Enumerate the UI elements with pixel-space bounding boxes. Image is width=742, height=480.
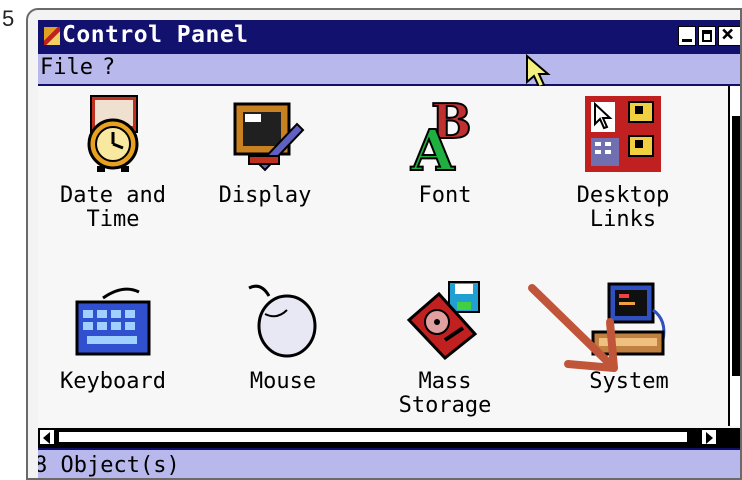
close-button[interactable] [718, 22, 740, 47]
control-panel-window: Control Panel File ? [38, 20, 740, 478]
item-mouse[interactable]: Mouse [208, 280, 358, 396]
control-panel-icon [44, 27, 60, 45]
screenshot-frame: Control Panel File ? [26, 8, 742, 480]
item-label: Keyboard [60, 369, 166, 394]
window-title: Control Panel [62, 22, 249, 48]
display-icon [233, 102, 305, 172]
mouse-icon [248, 284, 317, 358]
vertical-scrollbar[interactable] [728, 86, 740, 426]
item-date-and-time[interactable]: Date and Time [38, 94, 188, 234]
item-desktop-links[interactable]: Desktop Links [548, 94, 698, 234]
item-display[interactable]: Display [190, 94, 340, 210]
font-icon: B A [409, 93, 473, 185]
item-label: Time [86, 207, 140, 232]
menu-bar: File ? [38, 54, 740, 86]
menu-help[interactable]: ? [102, 55, 115, 80]
mass-storage-icon [406, 281, 480, 361]
clock-icon [87, 95, 139, 172]
vertical-scroll-track[interactable] [732, 116, 740, 376]
horizontal-scrollbar[interactable] [38, 428, 740, 448]
svg-text:A: A [410, 118, 456, 174]
item-keyboard[interactable]: Keyboard [38, 280, 188, 396]
keyboard-icon [75, 287, 151, 356]
title-bar[interactable]: Control Panel [38, 20, 740, 54]
scroll-right-arrow-icon[interactable] [702, 430, 716, 444]
item-mass-storage[interactable]: Mass Storage [370, 280, 520, 420]
menu-file[interactable]: File [40, 55, 93, 80]
item-font[interactable]: B A Font [370, 93, 520, 210]
minimize-button[interactable] [678, 26, 696, 46]
maximize-button[interactable] [698, 26, 716, 46]
item-label: Mouse [249, 369, 317, 394]
step-number: 5 [2, 6, 15, 31]
horizontal-scroll-thumb[interactable] [58, 431, 688, 443]
item-label: Font [418, 183, 472, 208]
item-label: Storage [398, 393, 492, 418]
scroll-left-arrow-icon[interactable] [40, 430, 54, 444]
desktop-links-icon [585, 96, 661, 172]
icon-view: Date and Time Display B A Font Desktop L… [38, 86, 728, 426]
annotation-arrow-icon [528, 284, 618, 372]
item-label: Display [218, 183, 312, 208]
status-bar: 8 Object(s) [38, 448, 740, 478]
item-label: Links [589, 207, 657, 232]
mouse-pointer-icon [526, 54, 551, 89]
object-count: 8 Object(s) [38, 453, 180, 478]
